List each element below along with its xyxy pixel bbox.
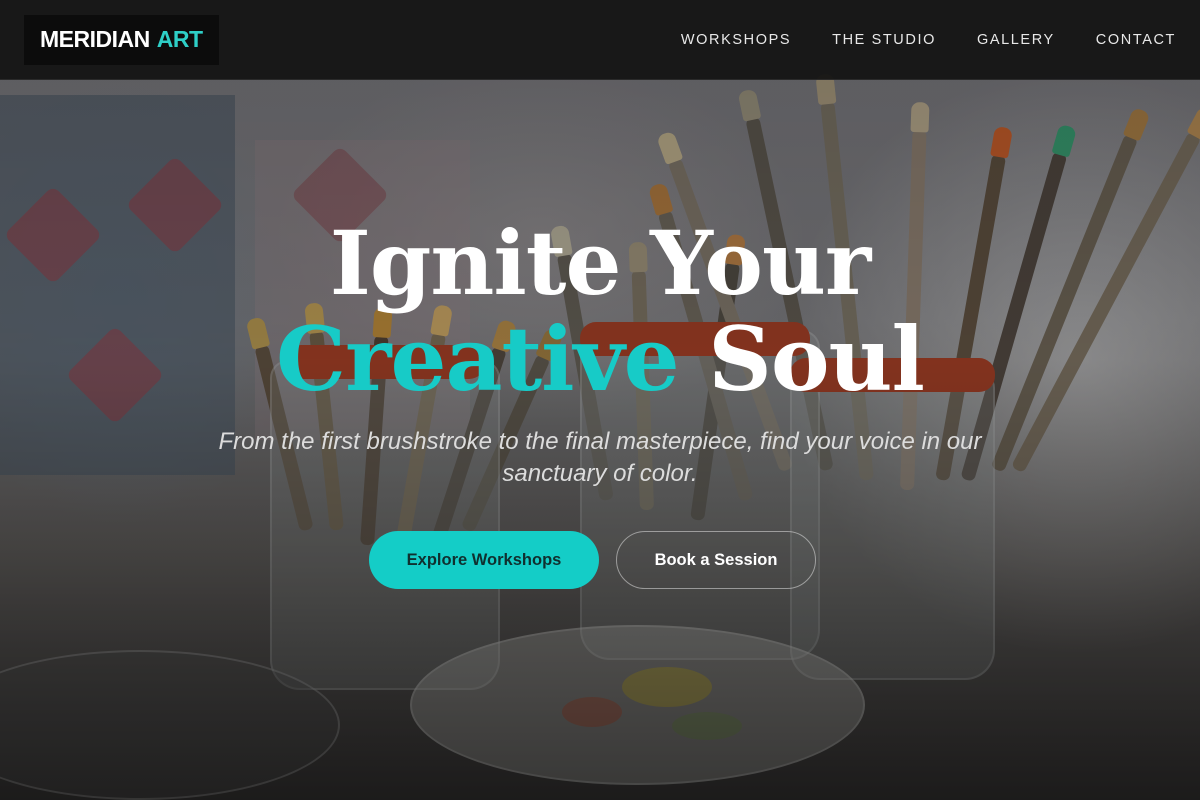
top-navbar: MERIDIAN ART WORKSHOPS THE STUDIO GALLER… <box>0 0 1200 80</box>
brand-logo[interactable]: MERIDIAN ART <box>24 14 219 65</box>
brand-name: MERIDIAN <box>40 26 150 52</box>
hero-section: Ignite Your Creative Soul From the first… <box>0 80 1200 800</box>
brand-name-accent: ART <box>156 26 203 52</box>
explore-workshops-button[interactable]: Explore Workshops <box>369 531 599 589</box>
nav-item-workshops[interactable]: WORKSHOPS <box>681 32 791 48</box>
hero-subtitle: From the first brushstroke to the final … <box>218 428 982 487</box>
hero-headline: Ignite Your Creative Soul <box>0 215 1200 407</box>
headline-accent-word: Creative <box>276 307 680 411</box>
headline-line-2: Creative Soul <box>0 311 1200 407</box>
nav-links: WORKSHOPS THE STUDIO GALLERY CONTACT <box>681 32 1176 48</box>
nav-item-contact[interactable]: CONTACT <box>1096 32 1176 48</box>
nav-item-the-studio[interactable]: THE STUDIO <box>832 32 936 48</box>
book-session-button[interactable]: Book a Session <box>616 531 816 589</box>
nav-item-gallery[interactable]: GALLERY <box>977 32 1055 48</box>
headline-line-1: Ignite Your <box>329 211 872 315</box>
headline-line-2-rest: Soul <box>708 307 925 411</box>
hero-cta-group: Explore Workshops Book a Session <box>0 531 1200 589</box>
